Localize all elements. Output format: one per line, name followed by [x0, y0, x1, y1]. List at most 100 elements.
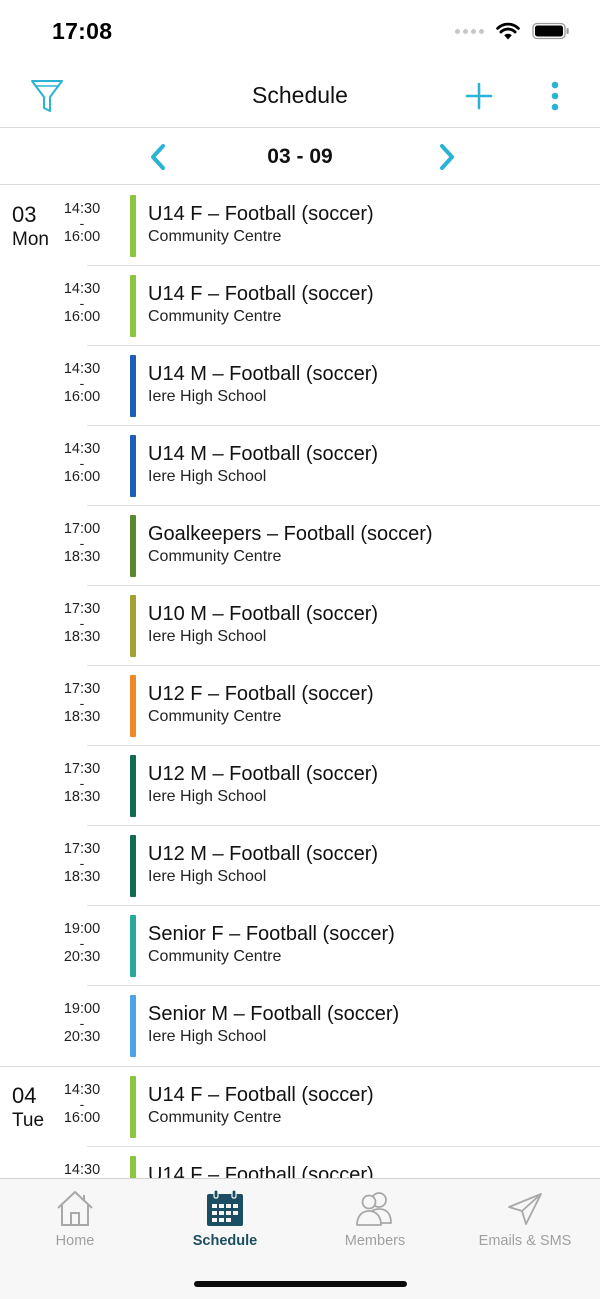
- event-color-bar: [130, 435, 136, 497]
- event-time: 14:30-16:00: [55, 442, 109, 485]
- event-time: 14:30-16:00: [55, 282, 109, 325]
- event-title: U14 F – Football (soccer): [148, 283, 374, 305]
- week-range-label: 03 - 09: [267, 145, 333, 168]
- event-row[interactable]: 17:30-18:30 U10 M – Football (soccer) Iere…: [64, 586, 600, 666]
- event-row[interactable]: 17:30-18:30 U12 F – Football (soccer) Comm…: [64, 666, 600, 746]
- tab-emails-sms[interactable]: Emails & SMS: [450, 1187, 600, 1251]
- event-title: Senior F – Football (soccer): [148, 923, 395, 945]
- event-row[interactable]: 19:00-20:30 Senior M – Football (soccer) I…: [64, 986, 600, 1066]
- event-end-time: 20:30: [63, 949, 101, 965]
- event-end-time: 18:30: [63, 789, 101, 805]
- event-color-bar: [130, 355, 136, 417]
- event-title: Goalkeepers – Football (soccer): [148, 523, 433, 545]
- status-icons: [455, 22, 570, 40]
- event-time: 17:00-18:30: [55, 522, 109, 565]
- tab-home[interactable]: Home: [0, 1187, 150, 1251]
- event-title: U14 M – Football (soccer): [148, 443, 379, 465]
- tab-home-label: Home: [55, 1233, 95, 1249]
- event-color-bar: [130, 1076, 136, 1138]
- day-group: 03 Mon 14:30-16:00 U14 F – Football (soccer…: [0, 186, 600, 1067]
- event-end-time: 20:30: [63, 1029, 101, 1045]
- event-venue: Iere High School: [148, 1028, 267, 1045]
- chevron-right-icon: [440, 144, 454, 170]
- tab-schedule[interactable]: Schedule: [150, 1187, 300, 1251]
- event-end-time: 16:00: [63, 229, 101, 245]
- event-title: U14 M – Football (soccer): [148, 363, 379, 385]
- event-title: U14 F – Football (soccer): [148, 203, 374, 225]
- event-end-time: 16:00: [63, 469, 101, 485]
- event-row[interactable]: 19:00-20:30 Senior F – Football (soccer) C…: [64, 906, 600, 986]
- members-icon: [356, 1192, 392, 1226]
- event-venue: Iere High School: [148, 628, 267, 645]
- schedule-list[interactable]: 03 Mon 14:30-16:00 U14 F – Football (soccer…: [0, 186, 600, 1178]
- status-time: 17:08: [52, 18, 113, 44]
- event-time: 14:30-16:00: [55, 362, 109, 405]
- event-color-bar: [130, 755, 136, 817]
- tab-bar: Home Schedule Members Emails & SMS: [0, 1178, 600, 1299]
- next-week-button[interactable]: [432, 141, 462, 173]
- event-color-bar: [130, 195, 136, 257]
- event-color-bar: [130, 915, 136, 977]
- event-venue: Community Centre: [148, 228, 282, 245]
- event-row[interactable]: 14:30-16:00U14 F – Football (soccer)Comm…: [64, 266, 600, 346]
- event-row[interactable]: 14:30-16:00 U14 M – Football (soccer) Iere…: [64, 426, 600, 506]
- event-venue: Community Centre: [148, 1109, 282, 1126]
- event-row[interactable]: 14:30-16:00U14 F – Football (soccer)Comm…: [64, 1147, 600, 1178]
- event-title: U12 F – Football (soccer): [148, 683, 374, 705]
- event-end-time: 16:00: [63, 1110, 101, 1126]
- event-time: 17:30-18:30: [55, 602, 109, 645]
- event-venue: Iere High School: [148, 388, 267, 405]
- event-time: 14:30-16:00: [55, 202, 109, 245]
- event-end-time: 18:30: [63, 549, 101, 565]
- tab-members[interactable]: Members: [300, 1187, 450, 1251]
- event-title: U14 F – Football (soccer): [148, 1164, 374, 1178]
- more-options-button[interactable]: [535, 78, 575, 114]
- event-venue: Iere High School: [148, 468, 267, 485]
- more-vertical-icon: [551, 81, 559, 111]
- week-selector: 03 - 09: [0, 129, 600, 185]
- home-icon: [57, 1191, 93, 1226]
- event-end-time: 18:30: [63, 869, 101, 885]
- navigation-bar: Schedule: [0, 64, 600, 128]
- page-title: Schedule: [252, 82, 348, 108]
- event-row[interactable]: 17:30-18:30 U12 M – Football (soccer) Iere…: [64, 746, 600, 826]
- tab-schedule-label: Schedule: [192, 1233, 258, 1249]
- event-venue: Community Centre: [148, 948, 282, 965]
- wifi-icon: [496, 22, 520, 40]
- event-time: 17:30-18:30: [55, 842, 109, 885]
- tab-emails-sms-label: Emails & SMS: [478, 1233, 572, 1249]
- event-color-bar: [130, 995, 136, 1057]
- event-row[interactable]: 17:30-18:30 U12 M – Football (soccer) Iere…: [64, 826, 600, 906]
- event-end-time: 18:30: [63, 629, 101, 645]
- event-title: U12 M – Football (soccer): [148, 763, 379, 785]
- event-venue: Iere High School: [148, 788, 267, 805]
- event-end-time: 16:00: [63, 389, 101, 405]
- event-title: U10 M – Football (soccer): [148, 603, 379, 625]
- event-time: 14:30-16:00: [55, 1163, 109, 1179]
- event-row[interactable]: 14:30-16:00U14 F – Football (soccer)Comm…: [64, 1067, 600, 1147]
- add-event-button[interactable]: [459, 78, 499, 114]
- event-color-bar: [130, 595, 136, 657]
- event-title: U12 M – Football (soccer): [148, 843, 379, 865]
- event-color-bar: [130, 835, 136, 897]
- event-time: 19:00-20:30: [55, 922, 109, 965]
- event-time: 19:00-20:30: [55, 1002, 109, 1045]
- event-color-bar: [130, 275, 136, 337]
- event-venue: Community Centre: [148, 708, 282, 725]
- event-time: 17:30-18:30: [55, 762, 109, 805]
- event-row[interactable]: 14:30-16:00U14 F – Football (soccer)Comm…: [64, 186, 600, 266]
- tab-members-label: Members: [344, 1233, 406, 1249]
- home-indicator: [194, 1281, 407, 1287]
- day-group: 04 Tue 14:30-16:00 U14 F – Football (soccer…: [0, 1067, 600, 1178]
- calendar-icon: [207, 1189, 243, 1226]
- event-row[interactable]: 14:30-16:00 U14 M – Football (soccer) Iere…: [64, 346, 600, 426]
- cellular-signal-icon: [455, 28, 484, 34]
- event-time: 14:30-16:00: [55, 1083, 109, 1126]
- event-end-time: 16:00: [63, 309, 101, 325]
- event-row[interactable]: 17:00-18:30 Goalkeepers – Football (socce…: [64, 506, 600, 586]
- plus-icon: [465, 82, 493, 110]
- event-color-bar: [130, 1156, 136, 1178]
- event-time: 17:30-18:30: [55, 682, 109, 725]
- event-color-bar: [130, 515, 136, 577]
- event-venue: Community Centre: [148, 308, 282, 325]
